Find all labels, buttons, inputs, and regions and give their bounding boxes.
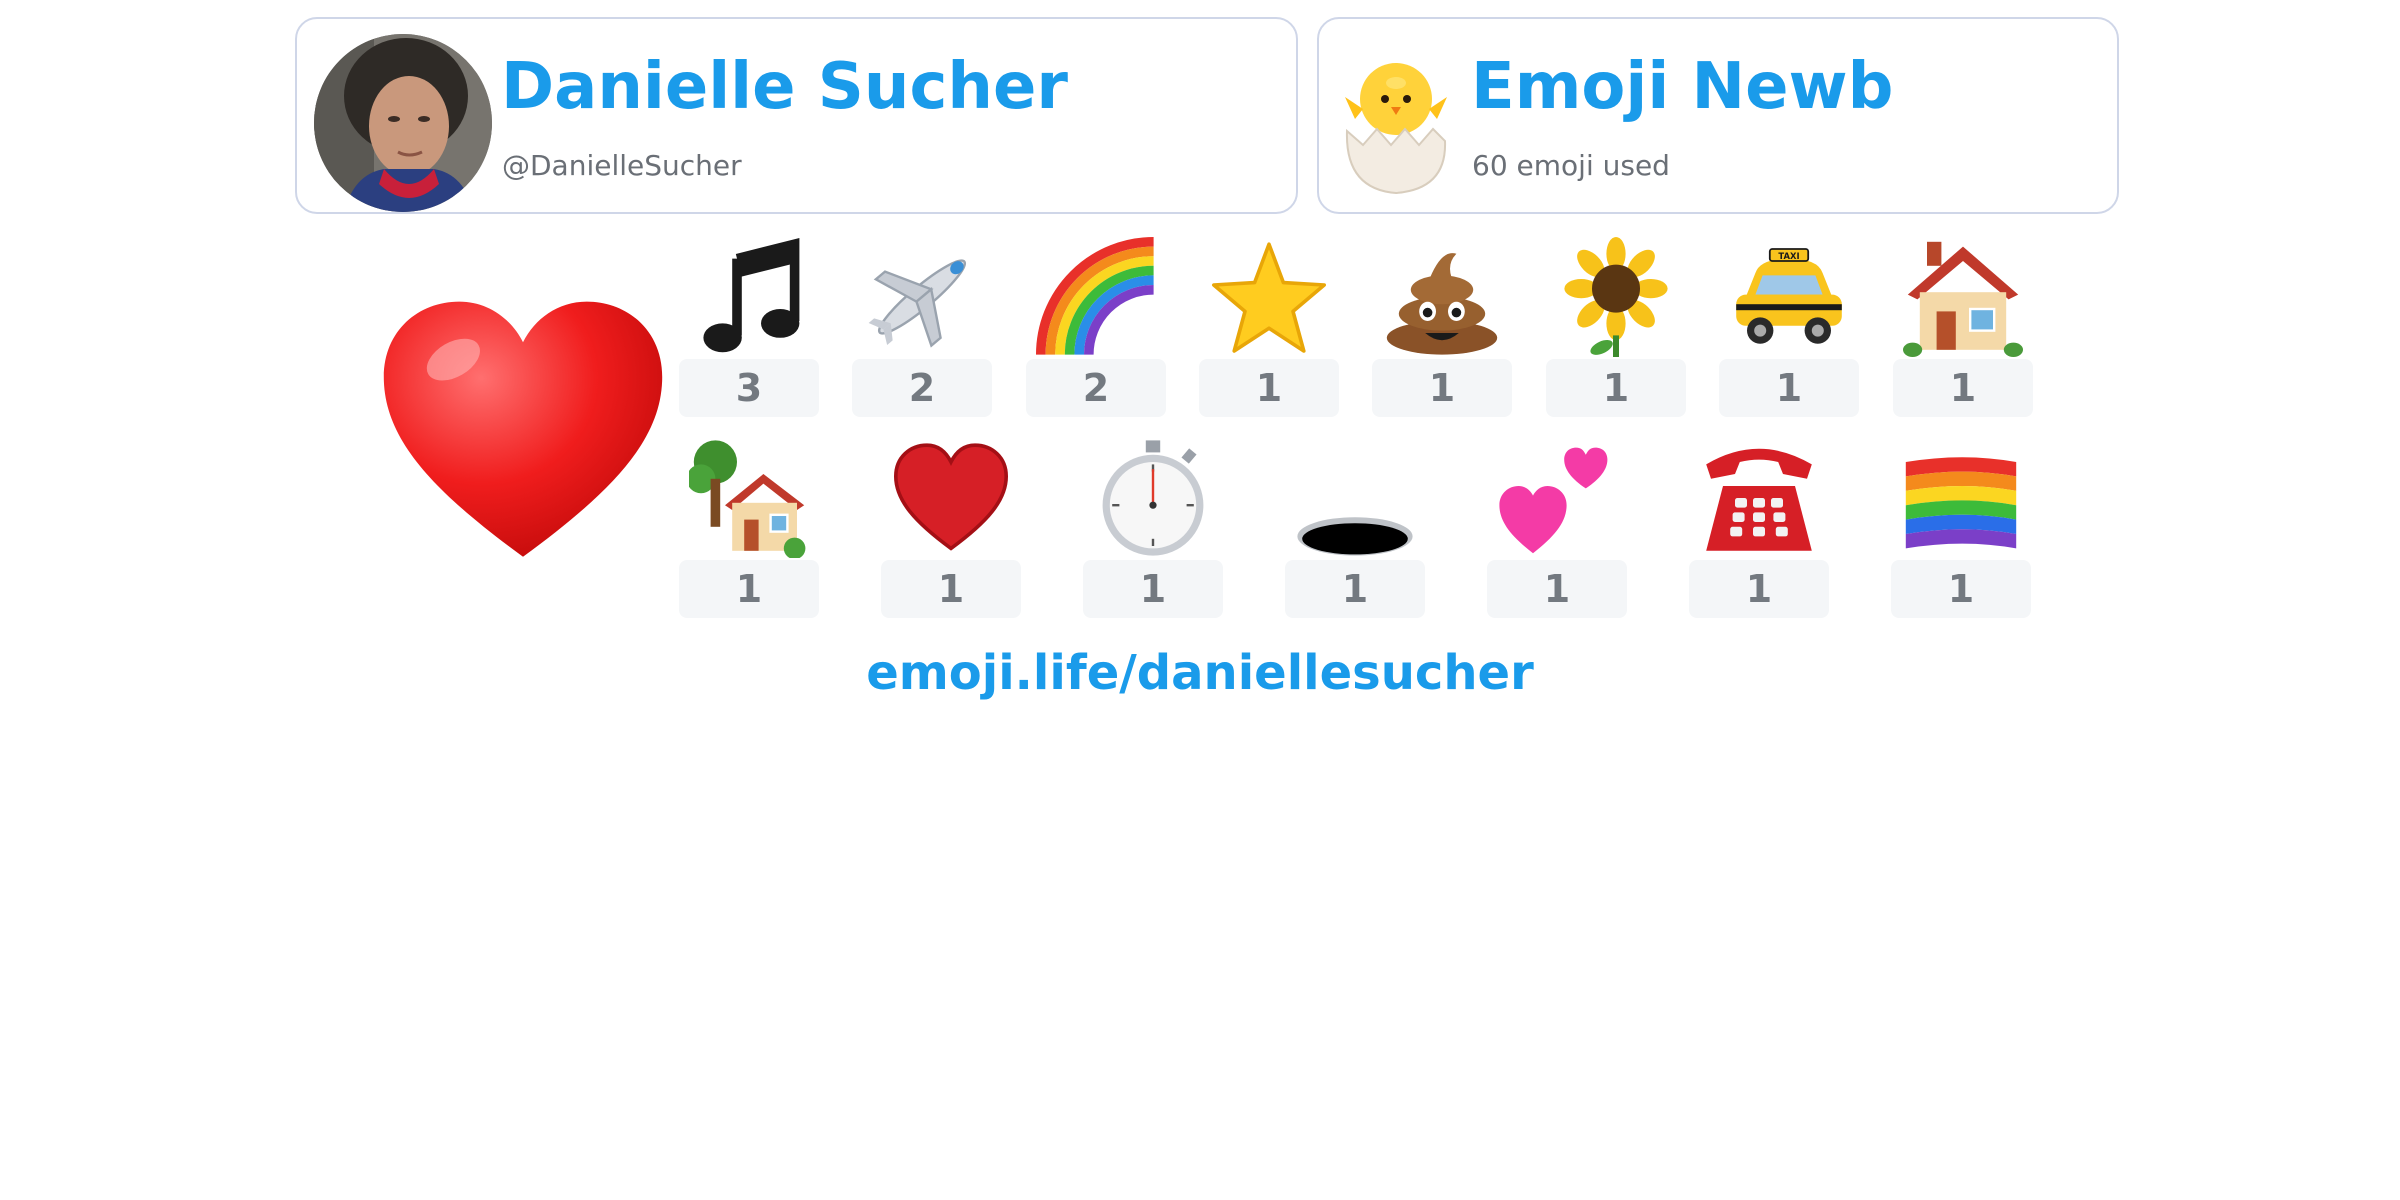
hole-icon xyxy=(1297,517,1413,556)
emoji-item[interactable]: 2 xyxy=(1026,237,1166,417)
svg-text:TAXI: TAXI xyxy=(1778,251,1799,261)
emoji-count: 1 xyxy=(1689,560,1829,618)
two-hearts-icon xyxy=(1499,447,1608,554)
emoji-item[interactable]: 1 xyxy=(1285,438,1425,618)
red-heart-icon xyxy=(383,301,663,557)
telephone-icon xyxy=(1706,448,1812,551)
emoji-count: 1 xyxy=(1546,359,1686,417)
emoji-count: 1 xyxy=(1719,359,1859,417)
emoji-count: 1 xyxy=(1285,560,1425,618)
musical-notes-icon xyxy=(703,238,800,353)
stopwatch-icon xyxy=(1102,440,1204,556)
emoji-count: 1 xyxy=(679,560,819,618)
emoji-item[interactable]: 1 xyxy=(1083,438,1223,618)
profile-name: Danielle Sucher xyxy=(501,50,1068,124)
emoji-item[interactable]: 1 xyxy=(1372,237,1512,417)
avatar[interactable] xyxy=(314,34,492,212)
emoji-item[interactable]: 1 xyxy=(1689,438,1829,618)
emoji-item[interactable]: 1 xyxy=(881,438,1021,618)
emoji-count: 1 xyxy=(1893,359,2033,417)
airplane-icon xyxy=(868,259,967,348)
emoji-item[interactable]: 3 xyxy=(679,237,819,417)
emoji-count: 2 xyxy=(852,359,992,417)
emoji-item[interactable]: 1 xyxy=(679,438,819,618)
emoji-count: 1 xyxy=(1372,359,1512,417)
emoji-count: 1 xyxy=(1891,560,2031,618)
house-with-garden-icon xyxy=(689,440,806,558)
emoji-count: 2 xyxy=(1026,359,1166,417)
pile-of-poo-icon xyxy=(1386,253,1498,355)
badge-card: Emoji Newb 60 emoji used xyxy=(1317,17,2119,214)
rainbow-flag-icon xyxy=(1905,457,2017,549)
emoji-count: 3 xyxy=(679,359,819,417)
emoji-item[interactable]: 1 xyxy=(1487,438,1627,618)
emoji-item[interactable]: 1 xyxy=(1199,237,1339,417)
profile-url-link[interactable]: emoji.life/daniellesucher xyxy=(0,645,2400,701)
profile-card: Danielle Sucher @DanielleSucher xyxy=(295,17,1298,214)
star-icon xyxy=(1212,242,1326,353)
hatching-chick-icon xyxy=(1345,63,1447,195)
emoji-count: 1 xyxy=(881,560,1021,618)
emoji-item[interactable]: 1 xyxy=(1891,438,2031,618)
emoji-count: 1 xyxy=(1487,560,1627,618)
emoji-count: 1 xyxy=(1199,359,1339,417)
emoji-item[interactable]: 1 xyxy=(1546,237,1686,417)
emoji-item[interactable]: 1 xyxy=(1893,237,2033,417)
badge-title: Emoji Newb xyxy=(1471,50,1894,124)
emoji-item[interactable]: 2 xyxy=(852,237,992,417)
emoji-item[interactable]: TAXI 1 xyxy=(1719,237,1859,417)
sunflower-icon xyxy=(1564,237,1668,357)
house-icon xyxy=(1903,241,2023,357)
profile-handle[interactable]: @DanielleSucher xyxy=(502,149,742,182)
rainbow-icon xyxy=(1036,237,1154,355)
taxi-icon: TAXI xyxy=(1736,248,1842,344)
emoji-count: 1 xyxy=(1083,560,1223,618)
emoji-used-count: 60 emoji used xyxy=(1472,149,1670,182)
red-heart-icon xyxy=(893,443,1009,551)
